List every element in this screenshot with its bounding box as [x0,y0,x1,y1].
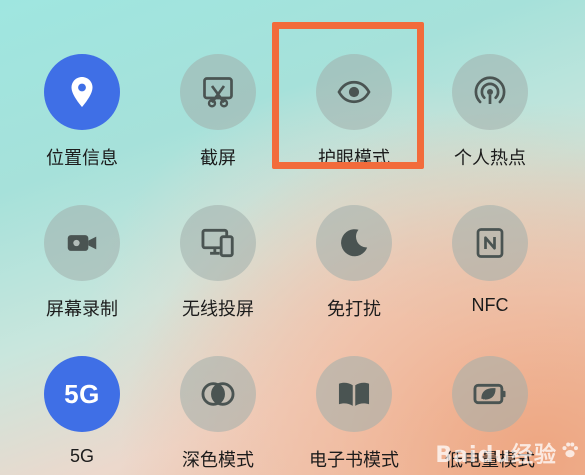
tile-wireless-projection[interactable]: 无线投屏 [150,165,286,320]
location-pin-icon [44,54,120,130]
tile-location[interactable]: 位置信息 [14,14,150,169]
tile-hotspot[interactable]: 个人热点 [422,14,558,169]
moon-icon [316,205,392,281]
tile-screenshot[interactable]: 截屏 [150,14,286,169]
battery-leaf-icon [452,356,528,432]
screenshot-scissors-icon [180,54,256,130]
highlight-frame [272,22,424,169]
tile-do-not-disturb[interactable]: 免打扰 [286,165,422,320]
5g-icon: 5G [44,356,120,432]
tile-label: 电子书模式 [309,450,399,471]
nfc-icon [452,205,528,281]
book-icon [316,356,392,432]
quick-settings-panel: 位置信息 截屏 护眼模式 个人热点 屏幕录制 无线投屏 免打扰 NFC 5G 5… [0,0,585,475]
paw-logo-icon [559,439,581,465]
tile-label: NFC [471,295,509,315]
dark-mode-icon [180,356,256,432]
tile-ebook-mode[interactable]: 电子书模式 [286,316,422,471]
tile-label: 深色模式 [182,450,254,471]
screen-cast-icon [180,205,256,281]
tile-dark-mode[interactable]: 深色模式 [150,316,286,471]
tile-label: 5G [69,446,94,466]
tile-label: 低电量模式 [445,450,535,471]
tile-low-power-mode[interactable]: 低电量模式 [422,316,558,471]
video-camera-icon [44,205,120,281]
tile-nfc[interactable]: NFC [422,165,558,315]
tile-screen-record[interactable]: 屏幕录制 [14,165,150,320]
hotspot-icon [452,54,528,130]
tile-5g[interactable]: 5G 5G [14,316,150,466]
